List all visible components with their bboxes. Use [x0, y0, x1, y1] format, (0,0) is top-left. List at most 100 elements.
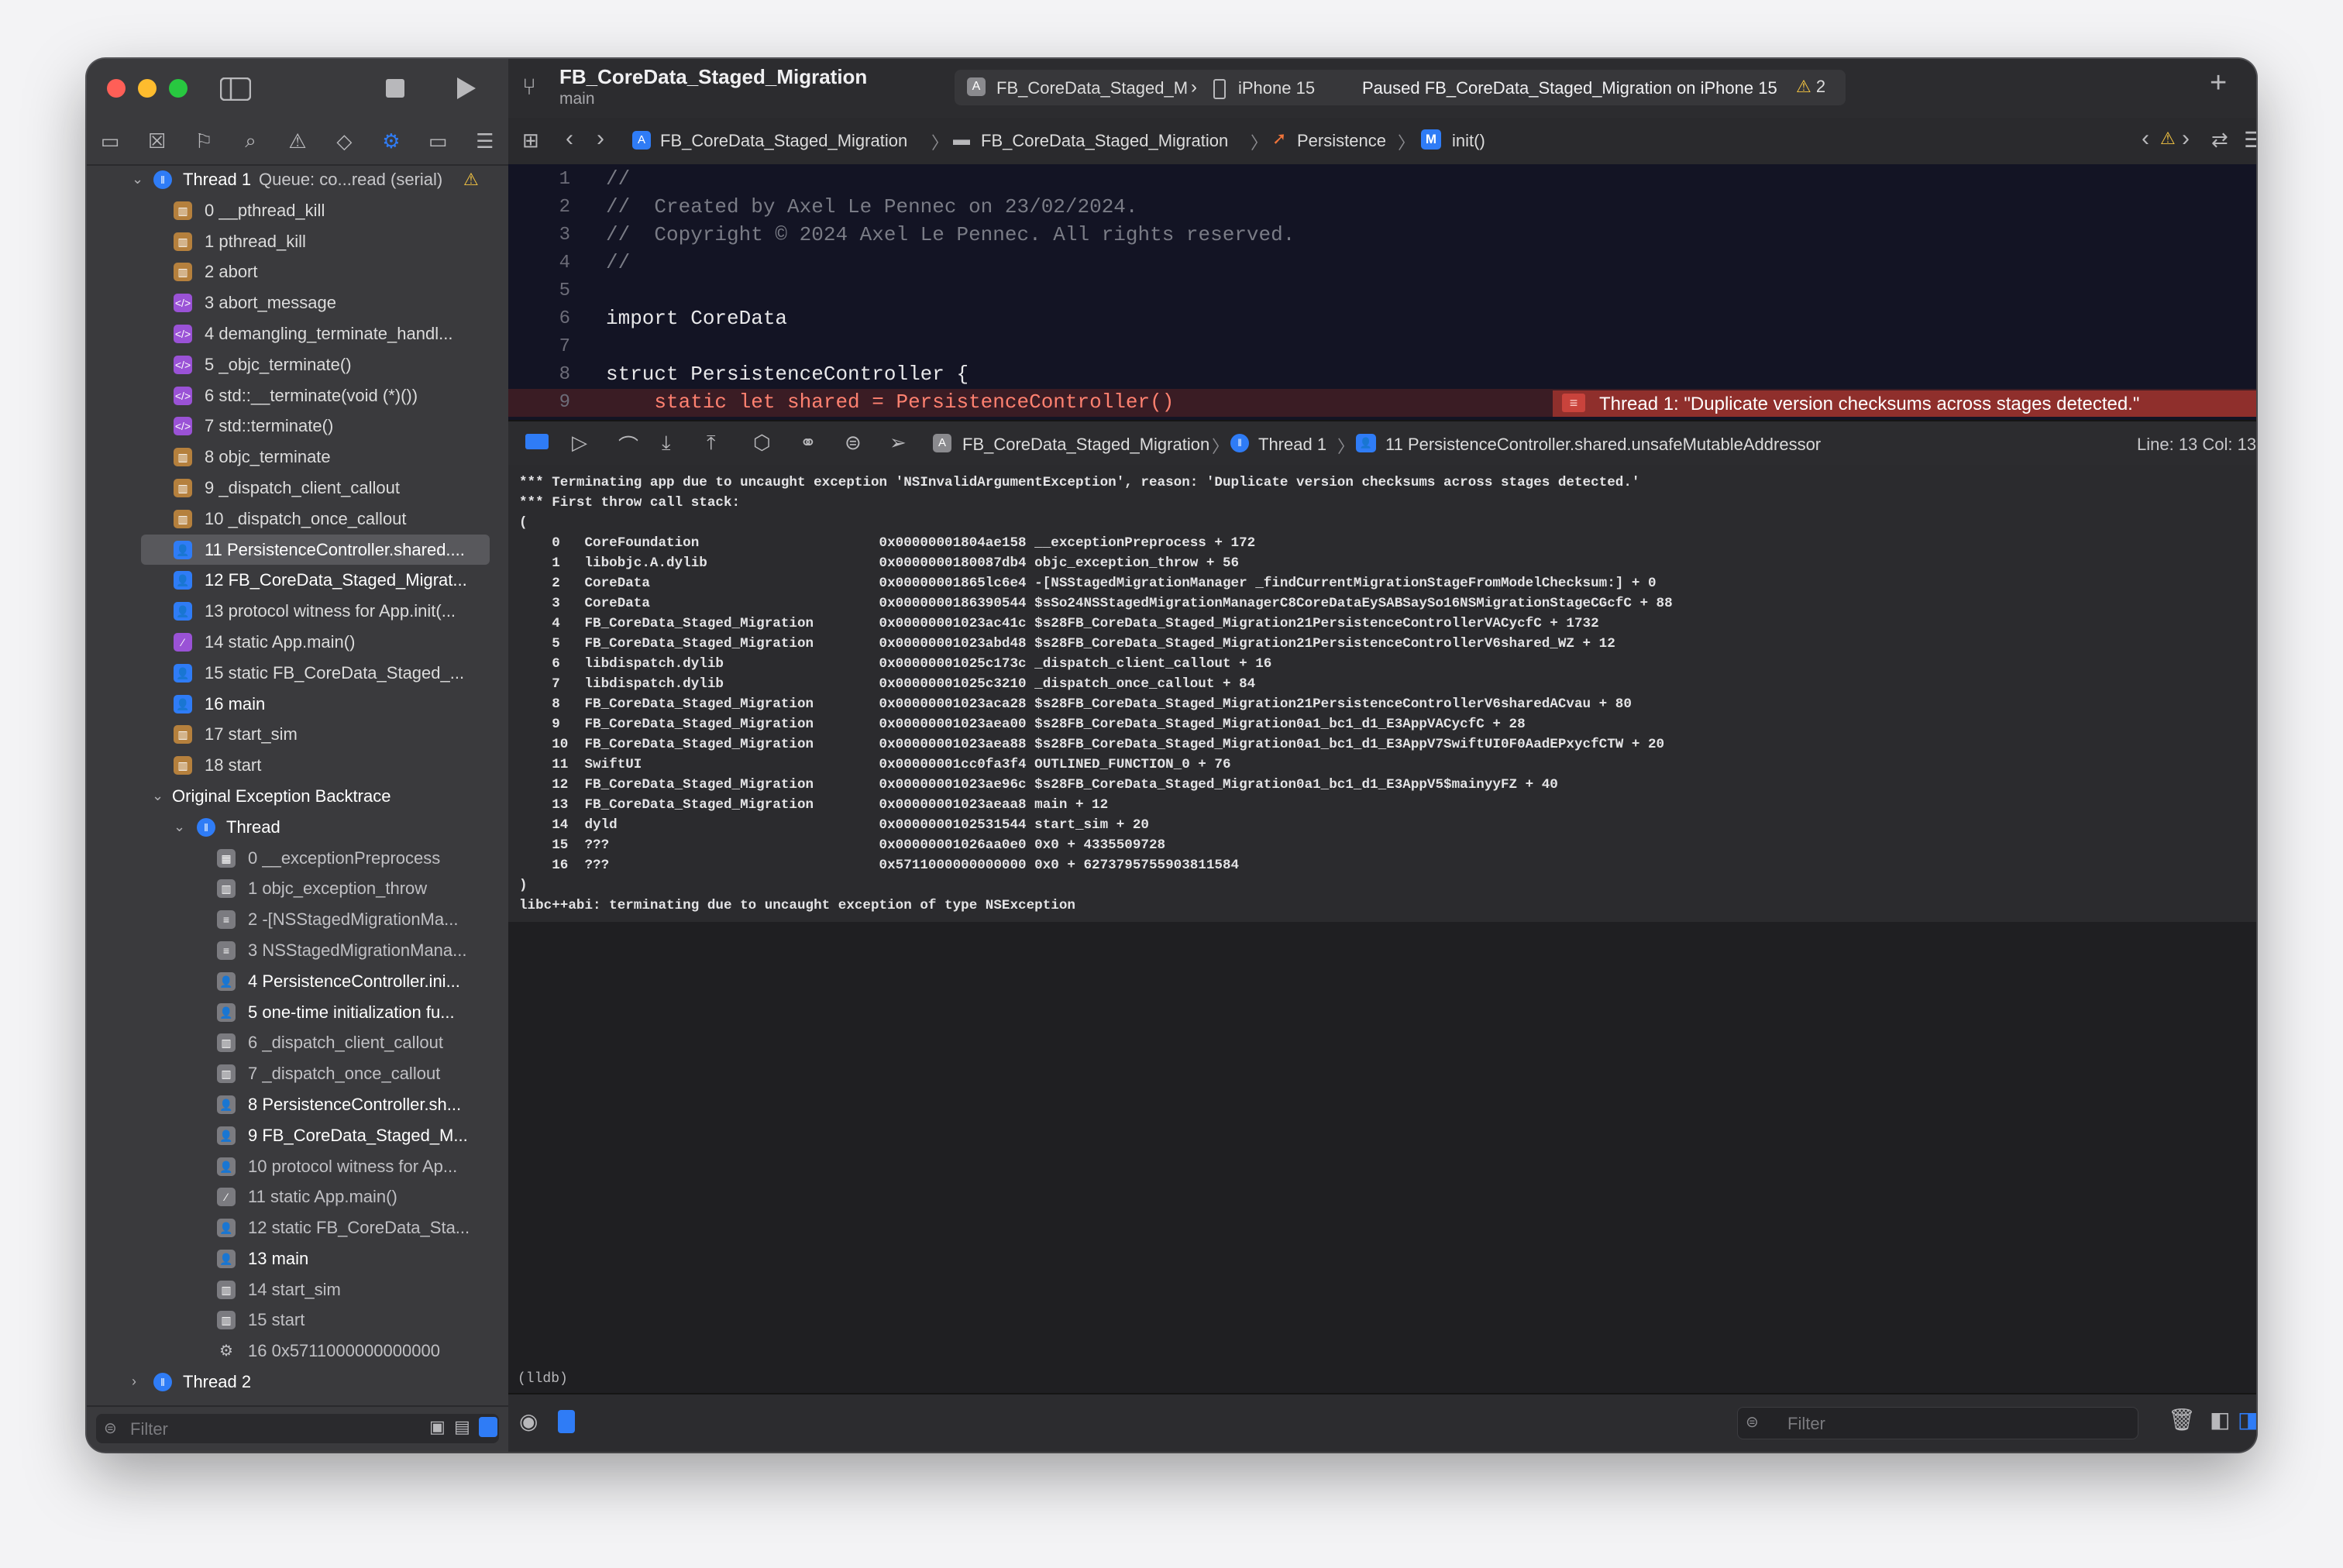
breadcrumb-project[interactable]: FB_CoreData_Staged_Migration: [660, 131, 907, 151]
scheme-selector[interactable]: A FB_CoreData_Staged_M ›: [955, 70, 1210, 105]
backtrace-frame-0[interactable]: ▦ 0 __exceptionPreprocess: [87, 843, 508, 874]
backtrace-frame-7[interactable]: ▥ 7 _dispatch_once_callout: [87, 1058, 508, 1089]
source-control-icon[interactable]: ☒: [142, 129, 173, 153]
stack-frame-9[interactable]: ▥ 9 _dispatch_client_callout: [87, 473, 508, 504]
backtrace-frame-9[interactable]: 👤 9 FB_CoreData_Staged_M...: [87, 1120, 508, 1151]
backtrace-frame-8[interactable]: 👤 8 PersistenceController.sh...: [87, 1089, 508, 1120]
find-navigator-search-icon[interactable]: ⌕: [236, 129, 267, 153]
stack-frame-0[interactable]: ▥ 0 __pthread_kill: [87, 195, 508, 226]
lldb-prompt[interactable]: (lldb): [518, 1371, 568, 1387]
environment-overrides-icon[interactable]: ⊜: [845, 431, 862, 455]
backtrace-frame-2[interactable]: ≡ 2 -[NSStagedMigrationMa...: [87, 904, 508, 935]
stack-frame-6[interactable]: </> 6 std::__terminate(void (*)()): [87, 380, 508, 411]
forward-chevron-icon[interactable]: ›: [597, 126, 604, 152]
stack-frame-3[interactable]: </> 3 abort_message: [87, 287, 508, 318]
debug-thread-label[interactable]: Thread 1: [1258, 435, 1326, 455]
stack-frame-4[interactable]: </> 4 demangling_terminate_handl...: [87, 318, 508, 349]
breadcrumb-method[interactable]: init(): [1452, 131, 1485, 151]
stack-frame-14[interactable]: ⁄ 14 static App.main(): [87, 627, 508, 658]
backtrace-frame-10[interactable]: 👤 10 protocol witness for Ap...: [87, 1151, 508, 1182]
refresh-icon[interactable]: ⇄: [2211, 128, 2228, 152]
stack-frame-18[interactable]: ▥ 18 start: [87, 750, 508, 781]
sidebar-toggle-icon[interactable]: [220, 77, 251, 101]
backtrace-frame-6[interactable]: ▥ 6 _dispatch_client_callout: [87, 1027, 508, 1058]
console-filter-field[interactable]: ⊜ Filter: [1737, 1407, 2138, 1439]
memory-graph-icon[interactable]: ⚭: [800, 431, 817, 455]
next-issue-icon[interactable]: ›: [2182, 126, 2190, 152]
debug-target-label[interactable]: FB_CoreData_Staged_Migration: [962, 435, 1209, 455]
previous-issue-icon[interactable]: ‹: [2142, 126, 2149, 152]
backtrace-frame-12[interactable]: 👤 12 static FB_CoreData_Sta...: [87, 1212, 508, 1243]
debug-navigator-icon[interactable]: ⚙: [376, 129, 407, 153]
backtrace-frame-1[interactable]: ▥ 1 objc_exception_throw: [87, 873, 508, 904]
step-out-icon[interactable]: ⤒: [707, 431, 716, 456]
backtrace-frame-3[interactable]: ≡ 3 NSStagedMigrationMana...: [87, 935, 508, 966]
stack-frame-11-selected[interactable]: 👤 11 PersistenceController.shared....: [141, 534, 490, 566]
show-console-icon[interactable]: ◨: [2238, 1407, 2256, 1432]
filter-option-icon[interactable]: ▤: [454, 1417, 470, 1437]
backtrace-frame-14[interactable]: ▥ 14 start_sim: [87, 1274, 508, 1305]
variables-toggle-icon[interactable]: [558, 1410, 575, 1433]
exception-banner[interactable]: ≡ Thread 1: "Duplicate version checksums…: [1553, 390, 2256, 417]
zoom-window-button[interactable]: [169, 79, 188, 98]
report-navigator-icon[interactable]: ☰: [470, 129, 501, 153]
backtrace-frame-11[interactable]: ⁄ 11 static App.main(): [87, 1181, 508, 1212]
run-button[interactable]: [454, 76, 477, 101]
stack-frame-10[interactable]: ▥ 10 _dispatch_once_callout: [87, 504, 508, 535]
stack-frame-2[interactable]: ▥ 2 abort: [87, 256, 508, 287]
filter-option-icon[interactable]: ▣: [429, 1417, 446, 1437]
stack-frame-13[interactable]: 👤 13 protocol witness for App.init(...: [87, 596, 508, 627]
backtrace-thread-row[interactable]: ⌄ ‖ Thread: [87, 812, 508, 843]
test-navigator-diamond-icon[interactable]: ◇: [329, 129, 360, 153]
breadcrumb-file[interactable]: Persistence: [1297, 131, 1386, 151]
chevron-down-icon[interactable]: ⌄: [132, 164, 143, 195]
step-over-icon[interactable]: ⌒: [618, 431, 638, 459]
stack-frame-8[interactable]: ▥ 8 objc_terminate: [87, 442, 508, 473]
chevron-right-icon[interactable]: ›: [132, 1367, 136, 1398]
add-icon[interactable]: +: [2210, 67, 2227, 100]
navigator-filter-field[interactable]: ⊜ Filter ▣ ▤: [96, 1414, 499, 1443]
stack-frame-12[interactable]: 👤 12 FB_CoreData_Staged_Migrat...: [87, 565, 508, 596]
device-selector[interactable]: iPhone 15: [1212, 70, 1336, 105]
warnings-badge[interactable]: ⚠ 2: [1796, 77, 1825, 97]
bookmark-icon[interactable]: ⚐: [188, 129, 219, 153]
continue-icon[interactable]: ▷: [572, 431, 587, 455]
issue-navigator-warning-icon[interactable]: ⚠: [282, 129, 313, 153]
close-window-button[interactable]: [107, 79, 126, 98]
backtrace-frame-5[interactable]: 👤 5 one-time initialization fu...: [87, 997, 508, 1028]
related-items-icon[interactable]: ⊞: [522, 129, 539, 153]
breakpoint-navigator-icon[interactable]: ▭: [422, 129, 453, 153]
step-into-icon[interactable]: ⤓: [662, 431, 671, 456]
stack-frame-17[interactable]: ▥ 17 start_sim: [87, 719, 508, 750]
chevron-down-icon[interactable]: ⌄: [152, 781, 163, 812]
stack-frame-16[interactable]: 👤 16 main: [87, 689, 508, 720]
chevron-down-icon[interactable]: ⌄: [174, 812, 185, 843]
project-navigator-folder-icon[interactable]: ▭: [95, 129, 126, 153]
stack-frame-1[interactable]: ▥ 1 pthread_kill: [87, 226, 508, 257]
backtrace-frame-15[interactable]: ▥ 15 start: [87, 1305, 508, 1336]
filter-option-icon[interactable]: [479, 1417, 497, 1437]
thread-1-row[interactable]: ⌄ ‖ Thread 1 Queue: co...read (serial) ⚠: [87, 164, 508, 195]
eye-icon[interactable]: ◉: [519, 1408, 538, 1434]
editor-options-icon[interactable]: ☰: [2244, 127, 2256, 153]
show-variables-icon[interactable]: ◧: [2210, 1407, 2230, 1432]
stack-frame-7[interactable]: </> 7 std::terminate(): [87, 411, 508, 442]
backtrace-frame-4[interactable]: 👤 4 PersistenceController.ini...: [87, 966, 508, 997]
backtrace-frame-13[interactable]: 👤 13 main: [87, 1243, 508, 1274]
breakpoints-toggle-icon[interactable]: [525, 434, 549, 449]
breadcrumb-folder[interactable]: FB_CoreData_Staged_Migration: [981, 131, 1228, 151]
back-chevron-icon[interactable]: ‹: [566, 126, 573, 152]
console-area[interactable]: *** Terminating app due to uncaught exce…: [508, 465, 2256, 1394]
thread-2-row[interactable]: › ‖ Thread 2: [87, 1367, 508, 1398]
stack-frame-5[interactable]: </> 5 _objc_terminate(): [87, 349, 508, 380]
backtrace-frame-16[interactable]: ⚙ 16 0x5711000000000000: [87, 1336, 508, 1367]
view-debugger-icon[interactable]: ⬡: [753, 431, 771, 455]
minimize-window-button[interactable]: [138, 79, 157, 98]
trash-icon[interactable]: 🗑: [2168, 1407, 2196, 1432]
stop-button[interactable]: [386, 79, 404, 98]
backtrace-group-row[interactable]: ⌄ Original Exception Backtrace: [87, 781, 508, 812]
stack-frame-15[interactable]: 👤 15 static FB_CoreData_Staged_...: [87, 658, 508, 689]
source-editor[interactable]: 1 // 2 // Created by Axel Le Pennec on 2…: [508, 164, 2256, 420]
simulate-location-icon[interactable]: ➢: [889, 431, 907, 455]
debug-frame-label[interactable]: 11 PersistenceController.shared.unsafeMu…: [1385, 435, 1821, 455]
